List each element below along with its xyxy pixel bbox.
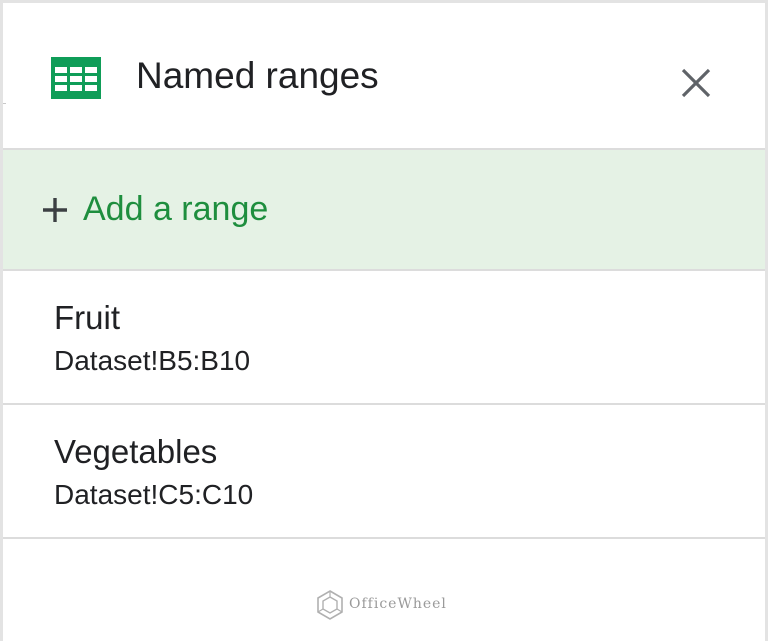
google-sheets-icon <box>51 57 101 99</box>
add-range-button[interactable]: Add a range <box>3 150 765 271</box>
range-reference: Dataset!B5:B10 <box>54 345 251 376</box>
plus-icon <box>43 198 67 222</box>
named-range-item-vegetables[interactable]: Vegetables Dataset!C5:C10 <box>3 405 765 539</box>
close-icon <box>681 68 711 98</box>
range-name: Fruit <box>54 299 120 336</box>
panel-header: Named ranges <box>3 3 765 150</box>
officewheel-logo-icon <box>317 590 343 620</box>
close-button[interactable] <box>671 58 715 102</box>
range-reference: Dataset!C5:C10 <box>54 479 254 510</box>
named-range-item-fruit[interactable]: Fruit Dataset!B5:B10 <box>3 271 765 405</box>
add-range-label: Add a range <box>83 190 269 228</box>
panel-title: Named ranges <box>136 55 379 96</box>
named-ranges-panel: Named ranges Add a range Fruit Dataset!B… <box>0 0 768 641</box>
officewheel-watermark: OfficeWheel <box>315 589 465 621</box>
range-name: Vegetables <box>54 433 218 470</box>
watermark-text: OfficeWheel <box>349 596 447 612</box>
